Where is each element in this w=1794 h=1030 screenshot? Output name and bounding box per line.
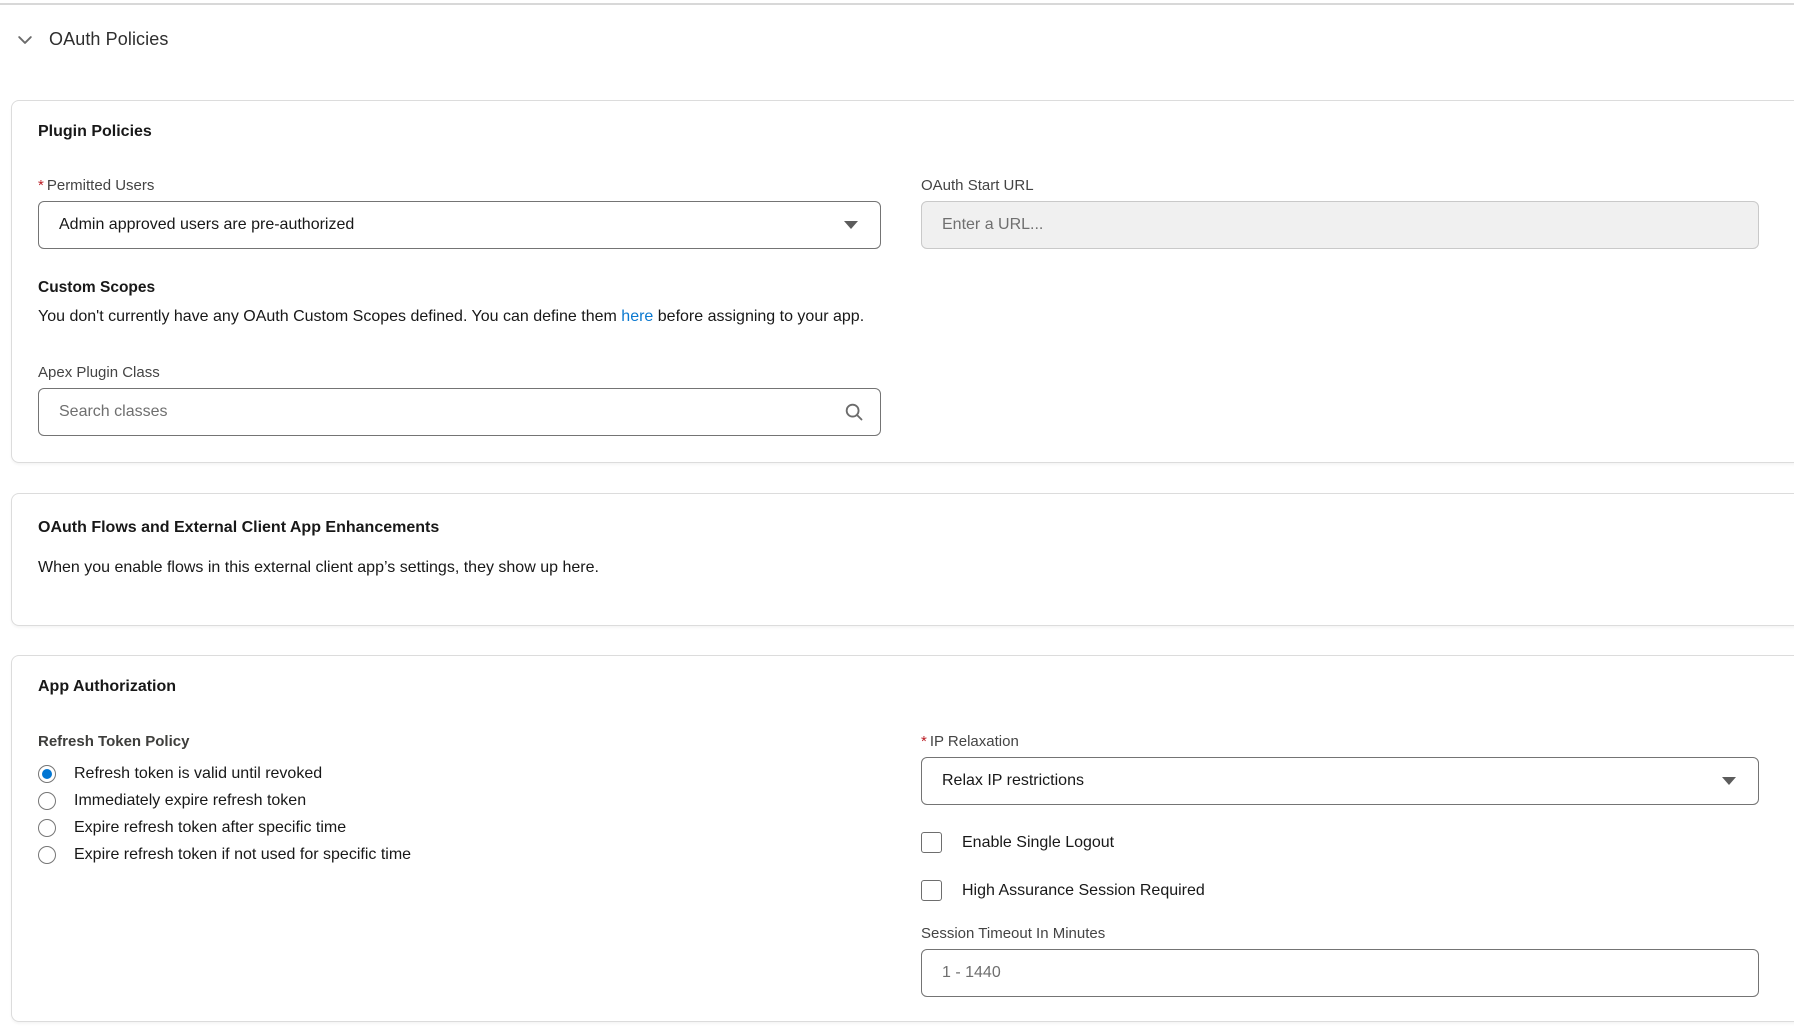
- apex-plugin-class-label: Apex Plugin Class: [38, 364, 1794, 381]
- required-asterisk: *: [38, 177, 44, 194]
- custom-scopes-description: You don't currently have any OAuth Custo…: [38, 306, 1794, 328]
- permitted-users-field: *Permitted Users Admin approved users ar…: [38, 177, 881, 249]
- high-assurance-session-row[interactable]: High Assurance Session Required: [921, 880, 1759, 901]
- app-authorization-heading: App Authorization: [38, 678, 1794, 696]
- refresh-token-policy-label: Refresh Token Policy: [38, 733, 881, 750]
- permitted-users-value: Admin approved users are pre-authorized: [59, 216, 354, 234]
- oauth-start-url-field: OAuth Start URL: [921, 177, 1759, 249]
- oauth-flows-card: OAuth Flows and External Client App Enha…: [11, 493, 1794, 626]
- refresh-token-policy-group: Refresh Token Policy Refresh token is va…: [38, 733, 881, 868]
- custom-scopes-heading: Custom Scopes: [38, 279, 1794, 297]
- radio-expire-after-time[interactable]: Expire refresh token after specific time: [38, 814, 881, 841]
- radio-unselected-icon[interactable]: [38, 792, 56, 810]
- oauth-start-url-input[interactable]: [921, 201, 1759, 249]
- apex-plugin-class-search-input[interactable]: [38, 388, 881, 436]
- oauth-flows-description: When you enable flows in this external c…: [38, 557, 1794, 579]
- ip-relaxation-label: *IP Relaxation: [921, 733, 1759, 750]
- dropdown-caret-icon: [844, 221, 858, 229]
- radio-selected-icon[interactable]: [38, 765, 56, 783]
- oauth-policies-section-header[interactable]: OAuth Policies: [0, 5, 1794, 50]
- section-title: OAuth Policies: [49, 29, 168, 50]
- radio-expire-if-not-used[interactable]: Expire refresh token if not used for spe…: [38, 841, 881, 868]
- ip-relaxation-select[interactable]: Relax IP restrictions: [921, 757, 1759, 805]
- session-timeout-label: Session Timeout In Minutes: [921, 925, 1759, 942]
- plugin-policies-heading: Plugin Policies: [38, 123, 1794, 141]
- radio-refresh-valid-until-revoked[interactable]: Refresh token is valid until revoked: [38, 760, 881, 787]
- oauth-flows-heading: OAuth Flows and External Client App Enha…: [38, 519, 1794, 537]
- radio-unselected-icon[interactable]: [38, 819, 56, 837]
- radio-immediately-expire[interactable]: Immediately expire refresh token: [38, 787, 881, 814]
- plugin-policies-card: Plugin Policies *Permitted Users Admin a…: [11, 100, 1794, 463]
- app-authorization-card: App Authorization Refresh Token Policy R…: [11, 655, 1794, 1022]
- define-scopes-here-link[interactable]: here: [621, 308, 653, 325]
- permitted-users-label: *Permitted Users: [38, 177, 881, 194]
- checkbox-unchecked-icon[interactable]: [921, 880, 942, 901]
- session-policies-column: *IP Relaxation Relax IP restrictions Ena…: [921, 733, 1759, 997]
- dropdown-caret-icon: [1722, 777, 1736, 785]
- session-timeout-input[interactable]: [921, 949, 1759, 997]
- oauth-start-url-label: OAuth Start URL: [921, 177, 1759, 194]
- apex-plugin-class-search: [38, 388, 881, 436]
- enable-single-logout-row[interactable]: Enable Single Logout: [921, 832, 1759, 853]
- permitted-users-select[interactable]: Admin approved users are pre-authorized: [38, 201, 881, 249]
- required-asterisk: *: [921, 733, 927, 750]
- ip-relaxation-value: Relax IP restrictions: [942, 772, 1084, 790]
- radio-unselected-icon[interactable]: [38, 846, 56, 864]
- checkbox-unchecked-icon[interactable]: [921, 832, 942, 853]
- chevron-down-icon[interactable]: [15, 30, 35, 50]
